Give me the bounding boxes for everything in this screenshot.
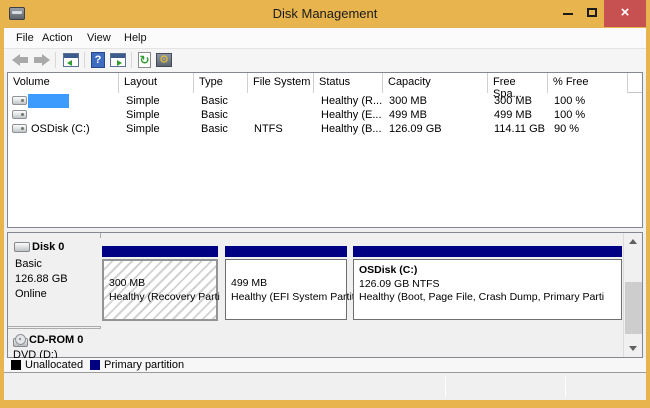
- cell-layout: Simple: [126, 122, 160, 136]
- toolbar-separator: [131, 52, 132, 68]
- primary-partition-swatch: [90, 360, 100, 370]
- scrollbar-thumb[interactable]: [625, 282, 642, 334]
- back-icon[interactable]: [12, 54, 29, 66]
- refresh-icon[interactable]: ↻: [138, 52, 151, 68]
- menu-action[interactable]: Action: [42, 32, 73, 44]
- col-freespace[interactable]: Free Spa...: [488, 73, 548, 93]
- partition-osdisk[interactable]: OSDisk (C:) 126.09 GB NTFS Healthy (Boot…: [353, 246, 622, 322]
- partition-name: OSDisk (C:): [359, 264, 604, 278]
- menu-file[interactable]: File: [16, 32, 34, 44]
- show-action-pane-icon[interactable]: [110, 53, 126, 67]
- help-icon[interactable]: ?: [91, 52, 105, 68]
- legend-bar: Unallocated Primary partition: [4, 358, 646, 373]
- scroll-up-button[interactable]: [625, 233, 642, 250]
- cell-type: Basic: [201, 94, 228, 108]
- menu-help[interactable]: Help: [124, 32, 147, 44]
- volume-list-pane: Volume Layout Type File System Status Ca…: [7, 72, 643, 228]
- partition-status: Healthy (Boot, Page File, Crash Dump, Pr…: [359, 291, 604, 305]
- cell-pctfree: 100 %: [554, 94, 585, 108]
- cdrom-icon: [13, 338, 28, 347]
- statusbar-separator: [445, 377, 446, 397]
- unallocated-swatch: [11, 360, 21, 370]
- statusbar-separator: [565, 377, 566, 397]
- disk-management-window: Disk Management × File Action View Help …: [0, 0, 650, 408]
- cell-pctfree: 90 %: [554, 122, 579, 136]
- disk-actions-icon[interactable]: ⚙: [156, 53, 172, 67]
- cell-layout: Simple: [126, 108, 160, 122]
- cell-capacity: 300 MB: [389, 94, 427, 108]
- disk-icon: [14, 242, 30, 252]
- partition-size: 300 MB: [109, 277, 220, 291]
- partition-efi[interactable]: 499 MB Healthy (EFI System Partit: [225, 246, 347, 322]
- cdrom-name: CD-ROM 0: [29, 334, 83, 346]
- toolbar-separator: [55, 52, 56, 68]
- menu-view[interactable]: View: [87, 32, 111, 44]
- scroll-down-button[interactable]: [625, 340, 642, 357]
- partition-body: OSDisk (C:) 126.09 GB NTFS Healthy (Boot…: [353, 259, 622, 320]
- partition-size: 126.09 GB NTFS: [359, 278, 604, 292]
- disk0-status: Online: [15, 287, 47, 302]
- col-filesystem[interactable]: File System: [248, 73, 314, 93]
- cell-freespace: 300 MB: [494, 94, 532, 108]
- partition-type-bar: [225, 246, 347, 257]
- cell-capacity: 499 MB: [389, 108, 427, 122]
- partition-body: 300 MB Healthy (Recovery Parti: [102, 259, 218, 321]
- volume-row-recovery[interactable]: Simple Basic Healthy (R... 300 MB 300 MB…: [8, 94, 642, 108]
- cdrom0-label[interactable]: CD-ROM 0 DVD (D:): [8, 328, 101, 357]
- col-pctfree[interactable]: % Free: [548, 73, 628, 93]
- partition-size: 499 MB: [231, 277, 355, 291]
- cell-status: Healthy (B...: [321, 122, 382, 136]
- cell-status: Healthy (E...: [321, 108, 382, 122]
- minimize-icon: [563, 13, 573, 15]
- disk0-type: Basic: [15, 257, 42, 272]
- cell-pctfree: 100 %: [554, 108, 585, 122]
- minimize-button[interactable]: [556, 0, 580, 27]
- disk0-size: 126.88 GB: [15, 272, 68, 287]
- show-console-tree-icon[interactable]: [63, 53, 79, 67]
- cell-filesystem: NTFS: [254, 122, 283, 136]
- disk0-label[interactable]: Disk 0 Basic 126.88 GB Online: [8, 238, 101, 327]
- maximize-icon: [587, 8, 597, 17]
- volume-row-efi[interactable]: Simple Basic Healthy (E... 499 MB 499 MB…: [8, 108, 642, 122]
- window-title: Disk Management: [0, 6, 650, 21]
- menu-bar: File Action View Help: [4, 28, 646, 49]
- cell-type: Basic: [201, 122, 228, 136]
- col-type[interactable]: Type: [194, 73, 248, 93]
- cell-volume: OSDisk (C:): [31, 122, 90, 136]
- status-bar: [4, 374, 646, 400]
- volume-row-osdisk[interactable]: OSDisk (C:) Simple Basic NTFS Healthy (B…: [8, 122, 642, 136]
- cell-capacity: 126.09 GB: [389, 122, 442, 136]
- disk0-name: Disk 0: [32, 241, 64, 253]
- col-layout[interactable]: Layout: [119, 73, 194, 93]
- volume-icon: [12, 124, 27, 133]
- cell-layout: Simple: [126, 94, 160, 108]
- col-volume[interactable]: Volume: [8, 73, 119, 93]
- partition-body: 499 MB Healthy (EFI System Partit: [225, 259, 347, 320]
- selection-highlight: [28, 94, 69, 108]
- toolbar: ? ↻ ⚙: [4, 49, 646, 72]
- cell-status: Healthy (R...: [321, 94, 382, 108]
- toolbar-separator: [84, 52, 85, 68]
- col-status[interactable]: Status: [314, 73, 383, 93]
- cell-type: Basic: [201, 108, 228, 122]
- forward-icon[interactable]: [33, 54, 50, 66]
- graphical-view-pane: Disk 0 Basic 126.88 GB Online 300 MB Hea…: [7, 232, 643, 358]
- partition-status: Healthy (EFI System Partit: [231, 291, 355, 305]
- primary-partition-label: Primary partition: [104, 359, 184, 371]
- title-bar[interactable]: Disk Management ×: [0, 0, 650, 28]
- col-capacity[interactable]: Capacity: [383, 73, 488, 93]
- cell-freespace: 114.11 GB: [494, 122, 545, 136]
- vertical-scrollbar[interactable]: [623, 233, 641, 357]
- volume-icon: [12, 96, 27, 105]
- partition-type-bar: [353, 246, 622, 257]
- close-button[interactable]: ×: [604, 0, 646, 27]
- partition-status: Healthy (Recovery Parti: [109, 291, 220, 305]
- cell-freespace: 499 MB: [494, 108, 532, 122]
- partition-recovery[interactable]: 300 MB Healthy (Recovery Parti: [102, 246, 218, 322]
- volume-icon: [12, 110, 27, 119]
- volume-table-header: Volume Layout Type File System Status Ca…: [8, 73, 642, 93]
- unallocated-label: Unallocated: [25, 359, 83, 371]
- maximize-button[interactable]: [580, 0, 604, 27]
- partition-type-bar: [102, 246, 218, 257]
